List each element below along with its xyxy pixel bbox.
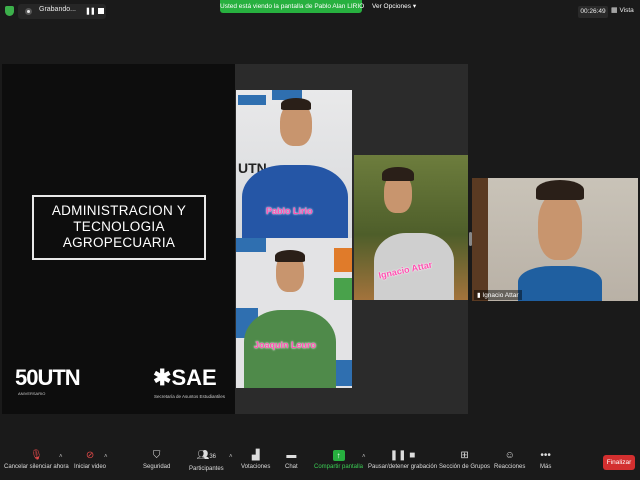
backdrop-panel (334, 248, 352, 272)
participant-hair (536, 180, 584, 200)
door-frame (472, 178, 488, 301)
mute-button[interactable]: 🎙︎ Cancelar silenciar ahora (4, 450, 69, 470)
sae-logo-subtitle: Secretaría de Asuntos Estudiantiles (154, 394, 226, 399)
record-icon (25, 8, 32, 15)
breakout-label: Sección de Grupos (439, 464, 491, 470)
participant-name-label: ▮ Ignacio Attar (474, 290, 522, 300)
more-button[interactable]: ••• Más (540, 450, 551, 470)
pause-rec-label: Pausar/detener grabación (368, 464, 438, 470)
participant-hair (275, 250, 305, 262)
camera-off-icon: ⊘ (85, 450, 95, 461)
sae-logo-glyph: ✱ (153, 365, 172, 390)
participant-hair (382, 167, 414, 181)
breakout-rooms-button[interactable]: ⊞ Sección de Grupos (439, 450, 490, 470)
video-tile-ignacio-attar[interactable] (472, 178, 638, 301)
reactions-label: Reacciones (494, 464, 526, 470)
share-label: Compartir pantalla (314, 464, 364, 470)
backdrop-panel (236, 238, 266, 252)
chat-bubble-icon: ▬ (286, 450, 297, 461)
participant-name: Ignacio Attar (482, 292, 519, 299)
bar-chart-icon: ▟ (251, 450, 260, 461)
view-label: Vista (619, 7, 634, 14)
participant-body (242, 165, 348, 238)
people-icon: 👥︎36 (196, 450, 217, 461)
view-options-button[interactable]: Ver Opciones ▾ (372, 2, 416, 10)
sae-logo: ✱SAE (153, 365, 217, 391)
video-tile-ignacio[interactable]: Ignacio Attar (354, 155, 468, 300)
view-button[interactable]: ▦ Vista (611, 6, 634, 14)
utn-logo: 50UTN (15, 365, 81, 390)
grid-view-icon: ▦ (611, 7, 618, 14)
backdrop-panel (238, 95, 266, 105)
video-tile-joaquin[interactable]: Joaquin Leuro (236, 238, 352, 388)
recording-label: Grabando... (39, 6, 76, 13)
pause-recording-button[interactable]: ❚❚ ■ Pausar/detener grabación (368, 450, 437, 470)
pause-stop-icon: ❚❚ ■ (389, 450, 416, 461)
slide-title-box: ADMINISTRACION Y TECNOLOGIA AGROPECUARIA (32, 195, 206, 260)
polls-button[interactable]: ▟ Votaciones (241, 450, 270, 470)
slide-title-line: AGROPECUARIA (62, 235, 176, 250)
shield-icon: ⛉ (152, 450, 161, 461)
ellipsis-icon: ••• (540, 450, 551, 461)
participants-label: Participantes (189, 466, 224, 472)
end-meeting-button[interactable]: Finalizar (603, 455, 635, 470)
share-screen-icon: ↑ (332, 450, 345, 461)
shield-icon[interactable] (5, 6, 14, 16)
participant-hair (281, 98, 311, 110)
stop-recording-icon[interactable] (98, 8, 104, 14)
participants-count: 36 (209, 454, 217, 460)
pause-recording-icon[interactable]: ❚❚ (85, 7, 96, 15)
chat-button[interactable]: ▬ Chat (285, 450, 298, 470)
video-options-caret[interactable]: ˄ (104, 454, 108, 460)
signal-icon: ▮ (477, 292, 481, 299)
meeting-timer: 00:26:49 (578, 6, 608, 18)
security-label: Seguridad (143, 464, 171, 470)
more-label: Más (540, 464, 552, 470)
slide-title-line: ADMINISTRACION Y (51, 203, 187, 218)
video-button[interactable]: ⊘ Iniciar video (74, 450, 106, 470)
security-button[interactable]: ⛉ Seguridad (143, 450, 170, 470)
participant-head (538, 192, 582, 260)
participant-name-overlay: Joaquin Leuro (254, 340, 317, 350)
participants-caret[interactable]: ˄ (229, 454, 233, 460)
participant-name-overlay: Pablo Lirio (266, 206, 313, 216)
chat-label: Chat (285, 464, 298, 470)
backdrop-panel (334, 278, 352, 300)
share-options-caret[interactable]: ˄ (362, 454, 366, 460)
chevron-down-icon: ▾ (412, 3, 417, 10)
screen-share-banner: Usted está viendo la pantalla de Pablo A… (220, 0, 364, 13)
share-screen-button[interactable]: ↑ Compartir pantalla (314, 450, 363, 470)
participants-button[interactable]: 👥︎36 Participantes (189, 450, 224, 472)
participant-body (518, 266, 602, 301)
utn-logo-subtitle: ANIVERSARIO (18, 391, 46, 396)
smiley-icon: ☺ (504, 450, 515, 461)
video-label: Iniciar video (74, 464, 107, 470)
sae-logo-text: SAE (171, 365, 217, 390)
grid-icon: ⊞ (460, 450, 469, 461)
audio-options-caret[interactable]: ˄ (59, 454, 63, 460)
slide-title: ADMINISTRACION Y TECNOLOGIA AGROPECUARIA (34, 203, 204, 251)
backdrop-panel (334, 360, 352, 386)
view-options-label: Ver Opciones (372, 3, 412, 10)
mute-label: Cancelar silenciar ahora (4, 464, 69, 470)
video-tile-pablo[interactable]: UTN Pablo Lirio (236, 90, 352, 238)
slide-title-line: TECNOLOGIA (73, 219, 165, 234)
reactions-button[interactable]: ☺ Reacciones (494, 450, 525, 470)
polls-label: Votaciones (241, 464, 271, 470)
